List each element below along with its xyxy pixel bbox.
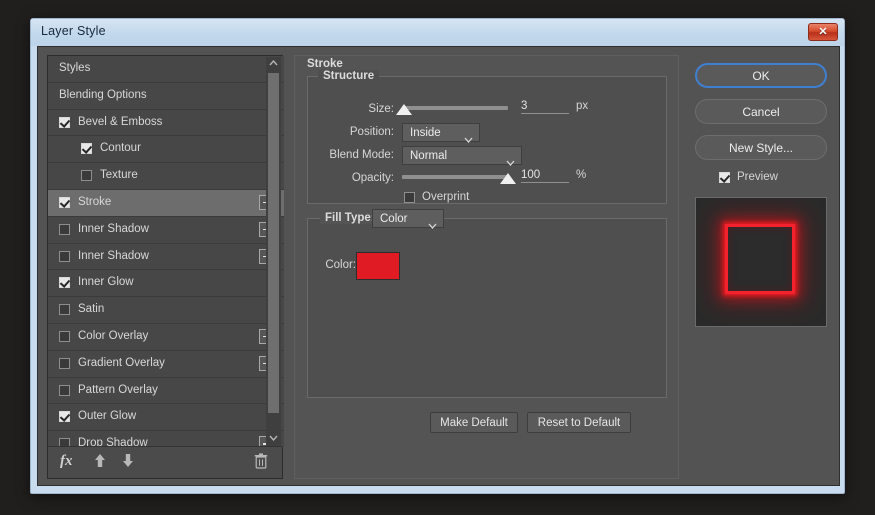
preview-thumbnail — [695, 197, 827, 327]
style-row-label: Satin — [78, 303, 105, 316]
structure-groupbox: Structure Size: 3 px Position: Inside Bl… — [307, 70, 667, 204]
style-row-label: Contour — [100, 142, 141, 155]
ok-button[interactable]: OK — [695, 63, 827, 88]
style-row-label: Color Overlay — [78, 329, 149, 342]
stroke-settings-panel: Stroke Structure Size: 3 px Position: In… — [294, 55, 679, 479]
section-title: Stroke — [307, 58, 343, 70]
style-row-checkbox[interactable] — [59, 304, 70, 316]
style-row-bevel-emboss[interactable]: Bevel & Emboss — [48, 109, 284, 137]
style-row-label: Inner Shadow — [78, 249, 149, 262]
fx-icon[interactable]: fx — [60, 453, 73, 470]
style-row-texture[interactable]: Texture — [48, 163, 284, 190]
style-row-stroke[interactable]: Stroke — [48, 189, 284, 217]
opacity-slider-thumb[interactable] — [500, 173, 516, 184]
style-row-label: Pattern Overlay — [78, 383, 158, 396]
size-unit: px — [576, 100, 589, 112]
layer-style-dialog-window: Layer Style ✕ Styles Blending Options Beve… — [30, 18, 845, 494]
color-label: Color: — [325, 259, 356, 271]
blend-mode-dropdown[interactable]: Normal — [402, 146, 522, 166]
opacity-label: Opacity: — [351, 172, 394, 184]
size-slider-thumb[interactable] — [396, 104, 413, 115]
style-row-inner-glow[interactable]: Inner Glow — [48, 270, 284, 298]
fill-type-label: Fill Type: — [320, 212, 380, 224]
style-row-inner-shadow[interactable]: Inner Shadow — [48, 216, 284, 244]
style-row-label: Inner Shadow — [78, 222, 149, 235]
position-dropdown[interactable]: Inside — [402, 123, 480, 143]
styles-panel: Styles Blending Options Bevel & Emboss Cont… — [47, 55, 284, 479]
scrollbar-thumb[interactable] — [268, 73, 279, 413]
style-row-label: Bevel & Emboss — [78, 115, 163, 128]
size-slider-track[interactable] — [402, 106, 508, 110]
dialog-body: Styles Blending Options Bevel & Emboss Cont… — [37, 46, 840, 486]
scroll-up-icon[interactable] — [266, 57, 281, 71]
style-row-color-overlay[interactable]: Color Overlay — [48, 323, 284, 351]
style-row-checkbox[interactable] — [59, 411, 70, 423]
cancel-button[interactable]: Cancel — [695, 99, 827, 124]
style-row-checkbox[interactable] — [81, 170, 92, 182]
style-row-checkbox[interactable] — [59, 357, 70, 369]
preview-stroke-shape — [725, 224, 795, 294]
scroll-down-icon[interactable] — [266, 432, 281, 446]
dialog-actions-panel: OK Cancel New Style... Preview — [691, 55, 831, 479]
style-row-satin[interactable]: Satin — [48, 297, 284, 324]
style-row-label: Gradient Overlay — [78, 356, 165, 369]
structure-legend: Structure — [318, 70, 380, 82]
style-row-label: Inner Glow — [78, 276, 134, 289]
position-value: Inside — [410, 127, 441, 139]
style-row-checkbox[interactable] — [59, 384, 70, 396]
style-row-styles[interactable]: Styles — [48, 56, 284, 83]
style-row-blending-options[interactable]: Blending Options — [48, 82, 284, 110]
title-bar[interactable]: Layer Style ✕ — [31, 19, 844, 46]
style-row-inner-shadow[interactable]: Inner Shadow — [48, 243, 284, 271]
opacity-slider-track[interactable] — [402, 175, 508, 179]
style-row-drop-shadow[interactable]: Drop Shadow — [48, 431, 284, 447]
size-label: Size: — [368, 103, 394, 115]
opacity-input[interactable]: 100 — [521, 169, 569, 183]
reset-to-default-button[interactable]: Reset to Default — [527, 412, 631, 433]
new-style-button[interactable]: New Style... — [695, 135, 827, 160]
style-row-checkbox[interactable] — [59, 250, 70, 262]
fill-type-groupbox: Fill Type: Color Color: — [307, 209, 667, 398]
style-row-label: Stroke — [78, 195, 112, 208]
overprint-checkbox-box — [404, 192, 415, 203]
close-icon[interactable]: ✕ — [808, 23, 838, 41]
style-row-label: Outer Glow — [78, 410, 137, 423]
style-row-checkbox[interactable] — [59, 223, 70, 235]
style-row-checkbox[interactable] — [59, 277, 70, 289]
style-row-checkbox[interactable] — [59, 330, 70, 342]
arrow-up-icon[interactable] — [93, 453, 107, 473]
arrow-down-icon[interactable] — [121, 453, 135, 473]
style-row-outer-glow[interactable]: Outer Glow — [48, 404, 284, 432]
styles-toolbar: fx — [48, 446, 282, 478]
window-title: Layer Style — [41, 24, 106, 38]
style-row-gradient-overlay[interactable]: Gradient Overlay — [48, 350, 284, 378]
fill-type-dropdown[interactable]: Color — [372, 209, 444, 229]
style-row-pattern-overlay[interactable]: Pattern Overlay — [48, 377, 284, 405]
trash-icon[interactable] — [254, 453, 268, 474]
make-default-button[interactable]: Make Default — [430, 412, 518, 433]
position-label: Position: — [349, 126, 394, 138]
blend-mode-value: Normal — [410, 150, 448, 162]
styles-list[interactable]: Styles Blending Options Bevel & Emboss Cont… — [48, 56, 284, 447]
preview-label: Preview — [737, 171, 778, 183]
fill-type-value: Color — [380, 213, 408, 225]
style-row-label: Styles — [59, 62, 91, 74]
style-row-label: Blending Options — [59, 88, 147, 101]
chevron-down-icon — [428, 216, 437, 234]
styles-scrollbar[interactable] — [266, 57, 281, 446]
style-row-checkbox[interactable] — [59, 196, 70, 208]
style-row-checkbox[interactable] — [59, 116, 70, 128]
color-swatch[interactable] — [356, 252, 400, 280]
style-row-checkbox[interactable] — [81, 143, 92, 155]
chevron-down-icon — [506, 153, 515, 171]
overprint-label: Overprint — [422, 191, 470, 203]
opacity-unit: % — [576, 169, 587, 181]
size-input[interactable]: 3 — [521, 100, 569, 114]
style-row-label: Texture — [100, 169, 138, 182]
style-row-contour[interactable]: Contour — [48, 136, 284, 164]
preview-checkbox-box — [719, 172, 730, 183]
blend-mode-label: Blend Mode: — [329, 149, 394, 161]
